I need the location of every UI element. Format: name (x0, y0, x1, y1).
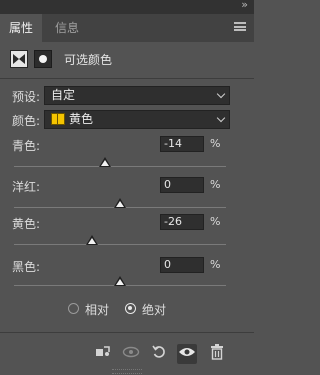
slider-label-black: 黑色: (12, 260, 41, 274)
chevron-down-icon (216, 89, 226, 99)
chevron-down-icon (216, 113, 226, 123)
colors-dropdown[interactable]: 黄色 (44, 110, 230, 129)
trash-icon[interactable] (207, 344, 227, 364)
preset-value: 自定 (51, 88, 76, 102)
selective-color-icon[interactable] (10, 50, 28, 68)
panel-top-strip: » (0, 0, 254, 14)
reset-icon[interactable] (149, 344, 169, 364)
black-unit: % (210, 258, 221, 271)
absolute-radio[interactable] (125, 303, 136, 314)
view-previous-icon[interactable] (121, 344, 141, 364)
black-slider-thumb[interactable] (114, 276, 126, 286)
preset-dropdown[interactable]: 自定 (44, 86, 230, 105)
cyan-value-input[interactable]: -14 (160, 136, 204, 152)
yellow-unit: % (210, 215, 221, 228)
resize-grip[interactable] (112, 369, 142, 374)
cyan-slider-track[interactable] (14, 166, 226, 167)
slider-label-yellow: 黄色: (12, 217, 41, 231)
tab-info[interactable]: 信息 (48, 14, 86, 42)
tab-properties[interactable]: 属性 (0, 14, 42, 42)
colors-label: 颜色: (12, 114, 41, 128)
divider (0, 332, 254, 333)
black-value-input[interactable]: 0 (160, 257, 204, 273)
magenta-slider-thumb[interactable] (114, 198, 126, 208)
clip-to-layer-icon[interactable] (93, 344, 113, 364)
yellow-value-input[interactable]: -26 (160, 214, 204, 230)
magenta-unit: % (210, 178, 221, 191)
adjustment-header: 可选颜色 (10, 48, 250, 72)
method-radio-group: 相对 绝对 (0, 298, 254, 320)
bottom-toolbar (0, 340, 254, 368)
yellow-slider-thumb[interactable] (86, 235, 99, 245)
yellow-swatch-icon (51, 113, 65, 125)
adjustment-title: 可选颜色 (64, 53, 113, 67)
cyan-slider-thumb[interactable] (99, 157, 112, 167)
slider-label-cyan: 青色: (12, 139, 41, 153)
relative-label[interactable]: 相对 (85, 301, 109, 318)
panel-menu-icon[interactable] (234, 22, 246, 31)
visibility-eye-icon[interactable] (177, 344, 197, 364)
magenta-value-input[interactable]: 0 (160, 177, 204, 193)
tab-bar: 属性 信息 (0, 14, 254, 42)
colors-value: 黄色 (69, 112, 94, 126)
slider-label-magenta: 洋红: (12, 180, 41, 194)
preset-label: 预设: (12, 90, 41, 104)
relative-radio[interactable] (68, 303, 79, 314)
yellow-slider-track[interactable] (14, 244, 226, 245)
collapse-panel-icon[interactable]: » (241, 0, 248, 11)
cyan-unit: % (210, 137, 221, 150)
mask-icon[interactable] (34, 50, 52, 68)
divider (0, 78, 254, 79)
absolute-label[interactable]: 绝对 (142, 301, 166, 318)
